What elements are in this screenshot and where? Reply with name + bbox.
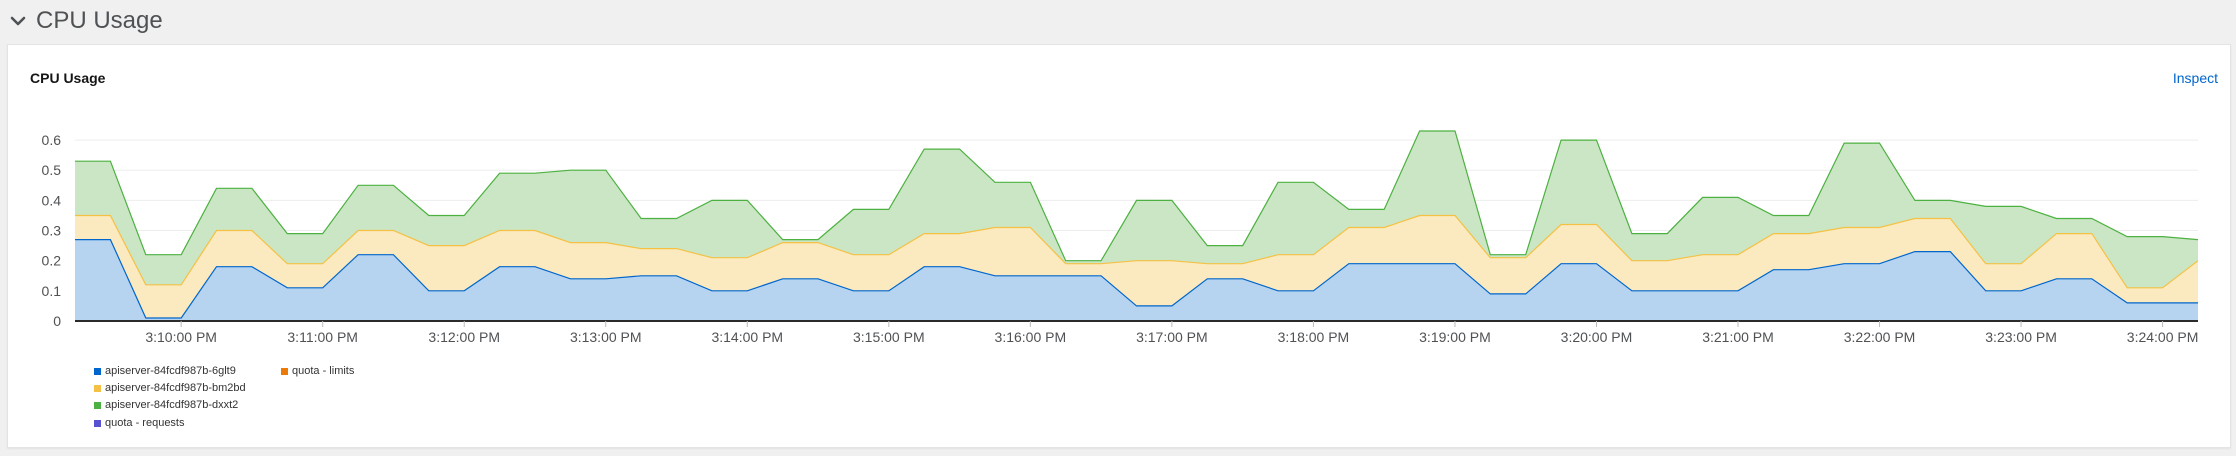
x-tick-label: 3:19:00 PM — [1419, 329, 1491, 345]
section-header[interactable]: CPU Usage — [0, 0, 2236, 42]
x-tick-label: 3:15:00 PM — [853, 329, 925, 345]
x-tick-label: 3:18:00 PM — [1278, 329, 1350, 345]
x-tick-label: 3:12:00 PM — [428, 329, 500, 345]
x-tick-label: 3:10:00 PM — [145, 329, 217, 345]
y-tick-label: 0.2 — [42, 253, 62, 269]
legend-swatch — [94, 419, 101, 427]
legend-item: quota - limits — [281, 365, 354, 377]
section-title: CPU Usage — [36, 7, 163, 34]
x-tick-label: 3:20:00 PM — [1561, 329, 1633, 345]
legend-swatch — [94, 384, 101, 392]
y-tick-label: 0.3 — [42, 223, 62, 239]
y-tick-label: 0 — [53, 313, 61, 329]
y-tick-label: 0.1 — [42, 283, 62, 299]
legend-swatch — [94, 367, 101, 375]
legend-swatch — [281, 367, 288, 375]
legend-label: quota - requests — [105, 417, 185, 429]
cpu-usage-chart: 0 0.1 0.2 0.3 0.4 0.5 0.6 3:10:00 PM 3:11:00 PM 3… — [42, 130, 2199, 345]
x-tick-label: 3:17:00 PM — [1136, 329, 1208, 345]
y-tick-label: 0.5 — [42, 162, 62, 178]
legend-item: apiserver-84fcdf987b-6glt9 — [94, 365, 236, 377]
chart-card: CPU Usage Inspect 0 0.1 0.2 0.3 0.4 0.5 0.6 3:1… — [7, 44, 2231, 448]
x-tick-label: 3:16:00 PM — [995, 329, 1067, 345]
x-tick-label: 3:22:00 PM — [1844, 329, 1916, 345]
legend-label: quota - limits — [292, 365, 355, 377]
x-tick-label: 3:14:00 PM — [711, 329, 783, 345]
legend-label: apiserver-84fcdf987b-6glt9 — [105, 365, 236, 377]
legend-item: apiserver-84fcdf987b-dxxt2 — [94, 399, 238, 411]
legend-label: apiserver-84fcdf987b-dxxt2 — [105, 399, 239, 411]
x-tick-label: 3:13:00 PM — [570, 329, 642, 345]
x-tick-label: 3:23:00 PM — [1985, 329, 2057, 345]
legend-label: apiserver-84fcdf987b-bm2bd — [105, 382, 246, 394]
x-tick-label: 3:21:00 PM — [1702, 329, 1774, 345]
legend-item: apiserver-84fcdf987b-bm2bd — [94, 382, 246, 394]
y-tick-label: 0.4 — [42, 192, 62, 208]
x-tick-label: 3:24:00 PM — [2127, 329, 2199, 345]
x-tick-label: 3:11:00 PM — [287, 329, 358, 345]
legend-item: quota - requests — [94, 417, 185, 429]
chevron-down-icon[interactable] — [9, 12, 27, 30]
legend-swatch — [94, 401, 101, 409]
y-tick-label: 0.6 — [42, 132, 62, 148]
